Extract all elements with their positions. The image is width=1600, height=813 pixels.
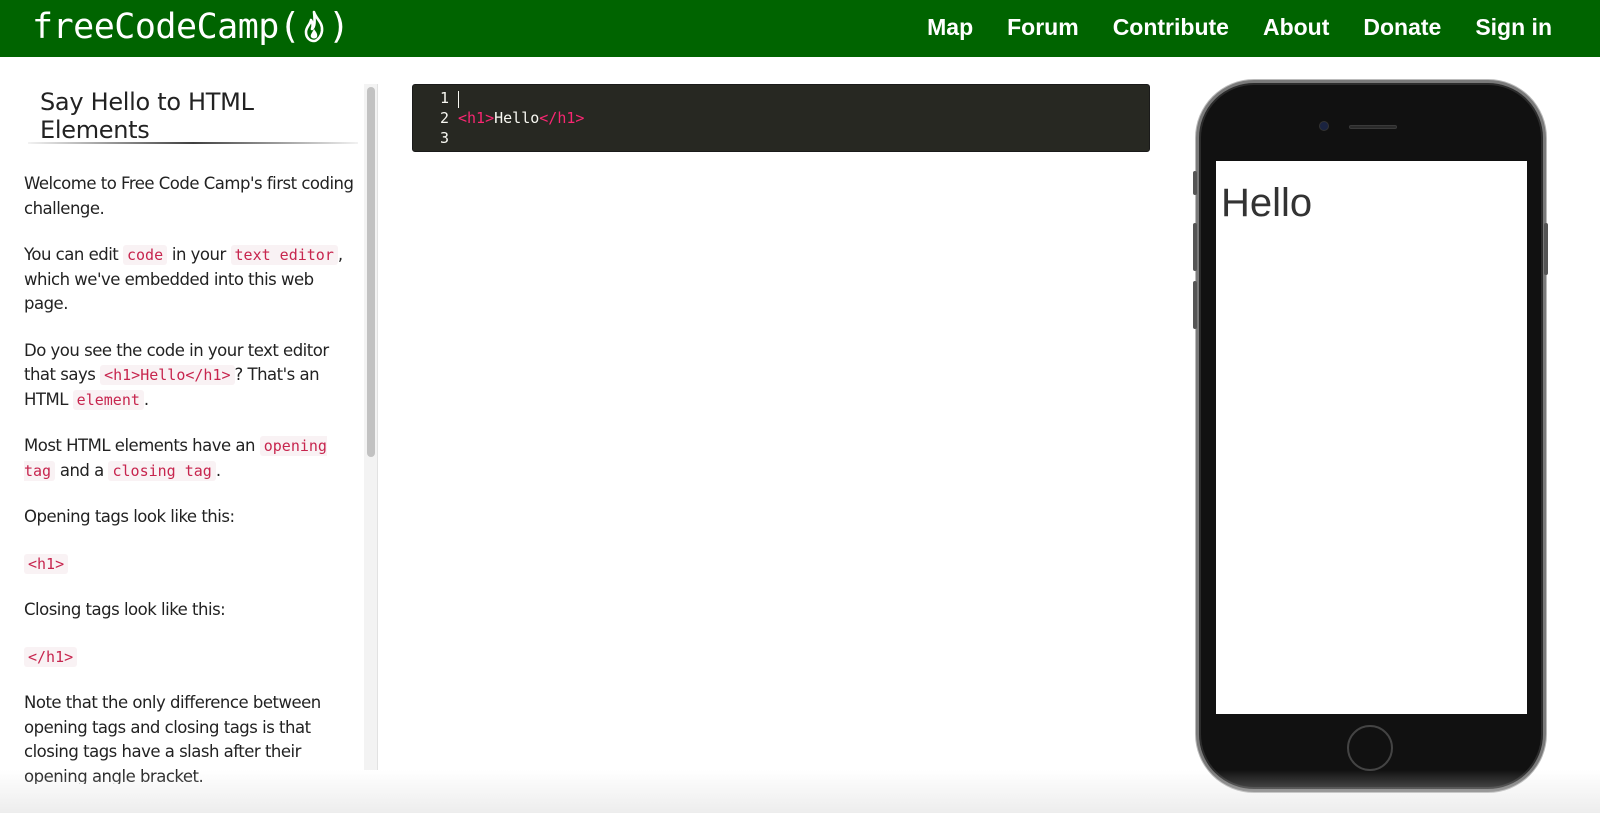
brand-logo[interactable]: freeCodeCamp ( ): [32, 6, 350, 47]
description-text: Note that the only difference between op…: [24, 693, 321, 784]
code-open-tag: <h1>: [458, 109, 495, 127]
nav-links: Map Forum Contribute About Donate Sign i…: [927, 14, 1552, 41]
inline-code: </h1>: [24, 646, 78, 667]
description-text: .: [215, 460, 221, 480]
line-number: 1: [439, 89, 449, 107]
description-paragraph: Welcome to Free Code Camp's first coding…: [24, 172, 360, 221]
description-text: Closing tags look like this:: [24, 600, 226, 619]
description-paragraph: Most HTML elements have an opening tag a…: [24, 434, 360, 483]
nav-link-sign-in[interactable]: Sign in: [1475, 14, 1552, 41]
description-paragraph: You can edit code in your text editor, w…: [24, 243, 360, 317]
description-text: .: [143, 389, 149, 409]
description-paragraph: <h1>: [24, 552, 360, 577]
phone-speaker: [1349, 125, 1397, 129]
description-text: Opening tags look like this:: [24, 507, 235, 526]
description-paragraph: Closing tags look like this:: [24, 598, 360, 623]
scrollbar-thumb[interactable]: [367, 87, 375, 457]
nav-link-forum[interactable]: Forum: [1007, 14, 1079, 41]
phone-side-button: [1193, 171, 1197, 195]
code-line[interactable]: 2 <h1>Hello</h1>: [413, 108, 1149, 128]
nav-link-contribute[interactable]: Contribute: [1113, 14, 1229, 41]
brand-paren-close: ): [328, 6, 350, 47]
brand-text: freeCodeCamp: [32, 6, 279, 47]
code-editor[interactable]: 1 2 <h1>Hello</h1> 3: [412, 84, 1150, 152]
description-text: in your: [167, 245, 231, 264]
home-button: [1347, 725, 1393, 771]
title-divider: [28, 142, 358, 144]
inline-code: <h1>Hello</h1>: [100, 365, 235, 385]
nav-link-map[interactable]: Map: [927, 14, 973, 41]
instructions-scrollbar[interactable]: [364, 84, 378, 770]
line-number: 2: [439, 109, 449, 127]
description-paragraph: Note that the only difference between op…: [24, 691, 360, 784]
code-text[interactable]: <h1>Hello</h1>: [458, 108, 584, 128]
description-text: Most HTML elements have an: [24, 436, 260, 455]
preview-screen: Hello: [1216, 161, 1527, 714]
code-close-tag: </h1>: [539, 109, 585, 127]
description-text: and a: [55, 460, 109, 480]
preview-heading: Hello: [1221, 181, 1313, 225]
inline-code: text editor: [230, 245, 338, 265]
description-text: Welcome to Free Code Camp's first coding…: [24, 174, 354, 218]
text-cursor: [458, 91, 459, 108]
challenge-title: Say Hello to HTML Elements: [40, 88, 254, 144]
inline-code: code: [123, 245, 168, 265]
inline-code: closing tag: [108, 460, 216, 481]
line-number: 3: [439, 129, 449, 147]
instructions-panel: Say Hello to HTML Elements Welcome to Fr…: [0, 84, 362, 784]
nav-link-about[interactable]: About: [1263, 14, 1329, 41]
camera-icon: [1319, 121, 1329, 131]
description-paragraph: Opening tags look like this:: [24, 505, 360, 530]
phone-side-button: [1193, 281, 1197, 329]
phone-side-button: [1544, 223, 1548, 275]
code-line[interactable]: 1: [413, 88, 1149, 108]
description-paragraph: Do you see the code in your text editor …: [24, 339, 360, 413]
inline-code: element: [72, 389, 144, 410]
description-paragraph: </h1>: [24, 645, 360, 670]
code-content: Hello: [494, 109, 540, 127]
description-text: You can edit: [24, 245, 123, 264]
inline-code: <h1>: [24, 553, 69, 574]
nav-link-donate[interactable]: Donate: [1363, 14, 1441, 41]
challenge-description: Welcome to Free Code Camp's first coding…: [24, 172, 360, 784]
phone-frame: Hello: [1193, 80, 1548, 792]
phone-side-button: [1193, 223, 1197, 271]
flame-icon: [301, 9, 327, 45]
code-line[interactable]: 3: [413, 128, 1149, 148]
navbar: freeCodeCamp ( ) Map Forum Contribute Ab…: [0, 0, 1600, 57]
brand-paren-open: (: [278, 6, 301, 47]
